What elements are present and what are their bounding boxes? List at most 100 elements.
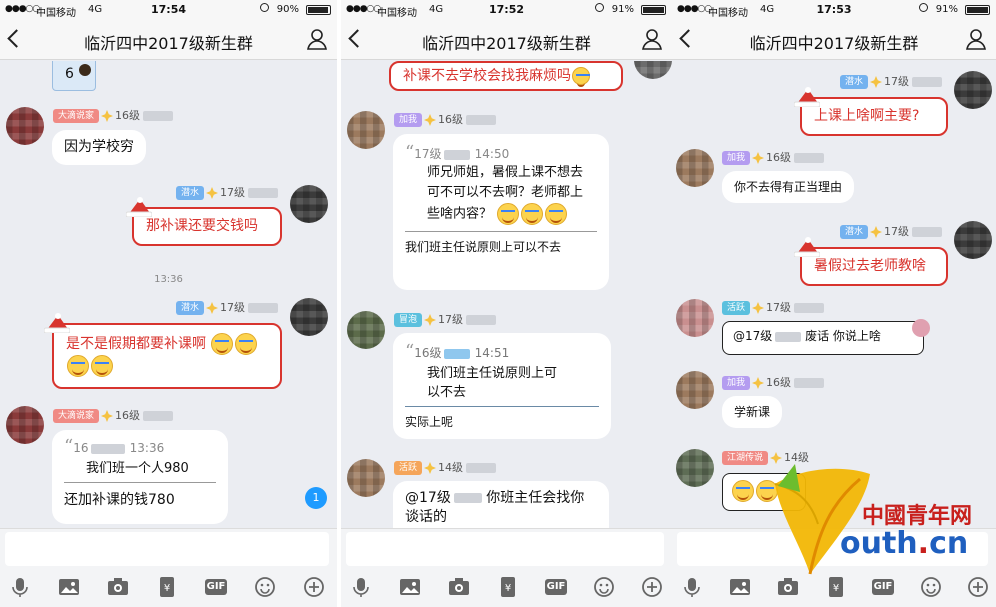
plus-icon[interactable] <box>640 575 664 599</box>
quote-time: 13:36 <box>129 441 165 455</box>
microphone-icon[interactable] <box>349 575 373 599</box>
star-icon <box>752 152 765 164</box>
sender-meta: 大滴说家 16级 <box>53 407 174 423</box>
avatar[interactable] <box>290 185 328 223</box>
sticker-image: 6 <box>52 61 96 91</box>
blurred-name <box>466 463 497 473</box>
quote-mark: “ <box>405 142 415 163</box>
message-bubble[interactable]: @17级 废话 你说上啥 <box>722 321 924 355</box>
member-level: 16级 <box>766 151 792 164</box>
avatar[interactable] <box>290 298 328 336</box>
group-members-icon[interactable] <box>964 27 988 51</box>
message-input[interactable] <box>5 532 329 566</box>
star-icon <box>101 110 114 122</box>
message-input[interactable] <box>677 532 988 566</box>
avatar[interactable] <box>6 107 44 145</box>
member-badge: 加我 <box>722 151 751 165</box>
plus-icon[interactable] <box>302 575 326 599</box>
member-level: 17级 <box>884 225 910 238</box>
message-text: 暑假过去老师教啥 <box>814 258 926 274</box>
member-level: 17级 <box>766 301 792 314</box>
group-members-icon[interactable] <box>640 27 664 51</box>
blurred-name <box>143 111 174 121</box>
avatar[interactable] <box>676 149 714 187</box>
chat-area[interactable]: 补课不去学校会找我麻烦吗 加我 16级 “17级 14:50 师兄师姐，暑假上课不… <box>341 61 672 528</box>
chat-area[interactable]: 潜水 17级 上课上啥啊主要? 加我 16级 你不去得有正当理由 潜水 17级 暑假过… <box>672 61 996 528</box>
image-icon[interactable] <box>398 575 422 599</box>
input-toolbar: ¥ GIF <box>341 573 672 603</box>
message-bubble[interactable]: @17级 你班主任会找你谈话的 <box>393 481 609 528</box>
message-input[interactable] <box>346 532 664 566</box>
chat-screen-1: ●●●○○ 中国移动 4G 17:54 90% 临沂四中2017级新生群 6 大… <box>0 0 337 607</box>
battery-percent: 90% <box>276 4 299 15</box>
member-level: 14级 <box>784 451 810 464</box>
member-level: 17级 <box>438 313 464 326</box>
quote-mark: “ <box>64 436 74 457</box>
gif-icon[interactable]: GIF <box>205 579 227 595</box>
chat-area[interactable]: 6 大滴说家 16级 因为学校穷 潜水 17级 那补课还要交钱吗 13:36 潜水 1… <box>0 61 337 528</box>
chat-title: 临沂四中2017级新生群 <box>84 34 253 53</box>
camera-icon[interactable] <box>776 575 800 599</box>
quoted-reply-bubble[interactable]: “17级 14:50 师兄师姐，暑假上课不想去可不可以不去啊？老师都上些啥内容？… <box>393 134 609 290</box>
santa-hat-icon <box>126 197 152 217</box>
emoji-icon[interactable] <box>253 575 277 599</box>
gif-icon[interactable]: GIF <box>872 579 894 595</box>
red-packet-icon[interactable]: ¥ <box>824 575 848 599</box>
blurred-name <box>912 227 943 237</box>
red-packet-icon[interactable]: ¥ <box>496 575 520 599</box>
blurred-name <box>143 411 174 421</box>
member-level: 16级 <box>115 109 141 122</box>
message-bubble[interactable]: 补课不去学校会找我麻烦吗 <box>389 61 623 91</box>
battery-icon <box>965 5 990 15</box>
message-text: 是不是假期都要补课啊 <box>66 336 206 352</box>
status-bar: ●●●○○ 中国移动 4G 17:53 91% <box>672 0 996 20</box>
avatar[interactable] <box>634 61 672 79</box>
message-bubble[interactable]: 你不去得有正当理由 <box>722 171 855 204</box>
group-members-icon[interactable] <box>305 27 329 51</box>
message-bubble[interactable]: 那补课还要交钱吗 <box>132 207 282 246</box>
blurred-name <box>444 149 471 160</box>
message-bubble[interactable] <box>722 473 806 511</box>
message-bubble[interactable]: 暑假过去老师教啥 <box>800 247 948 286</box>
microphone-icon[interactable] <box>8 575 32 599</box>
quoted-reply-bubble[interactable]: “16 13:36 我们班一个人980 还加补课的钱780 <box>52 430 228 524</box>
camera-icon[interactable] <box>106 575 130 599</box>
quote-time: 14:51 <box>474 346 510 360</box>
blurred-name <box>794 303 825 313</box>
member-badge: 冒泡 <box>394 313 423 327</box>
microphone-icon[interactable] <box>680 575 704 599</box>
emoji-icon[interactable] <box>919 575 943 599</box>
avatar[interactable] <box>347 111 385 149</box>
message-bubble[interactable]: 因为学校穷 <box>52 130 146 165</box>
message-text: 我们班主任说原则上可以不去 <box>405 240 562 255</box>
avatar[interactable] <box>347 459 385 497</box>
message-bubble[interactable]: 上课上啥啊主要? <box>800 97 948 136</box>
image-icon[interactable] <box>57 575 81 599</box>
avatar[interactable] <box>676 299 714 337</box>
gif-icon[interactable]: GIF <box>545 579 567 595</box>
plus-icon[interactable] <box>966 575 990 599</box>
message-text: 你不去得有正当理由 <box>734 180 843 194</box>
avatar[interactable] <box>676 449 714 487</box>
blurred-name <box>912 77 943 87</box>
message-bubble[interactable]: 是不是假期都要补课啊 <box>52 323 282 389</box>
avatar[interactable] <box>347 311 385 349</box>
smile-emoji-icon <box>756 480 778 502</box>
nav-bar: 临沂四中2017级新生群 <box>341 20 672 60</box>
camera-icon[interactable] <box>447 575 471 599</box>
member-badge: 潜水 <box>176 301 205 315</box>
red-packet-icon[interactable]: ¥ <box>155 575 179 599</box>
avatar[interactable] <box>676 371 714 409</box>
image-icon[interactable] <box>728 575 752 599</box>
quoted-reply-bubble[interactable]: “16级 14:51 我们班主任说原则上可以不去 实际上呢 <box>393 333 611 439</box>
avatar[interactable] <box>954 71 992 109</box>
input-area: ¥ GIF <box>341 528 672 607</box>
laughing-crying-emoji-icon <box>67 355 89 377</box>
message-bubble[interactable]: 学新课 <box>722 396 783 429</box>
laughing-crying-emoji-icon <box>497 203 520 226</box>
avatar[interactable] <box>954 221 992 259</box>
member-badge: 潜水 <box>840 75 869 89</box>
emoji-icon[interactable] <box>592 575 616 599</box>
unread-count-badge[interactable]: 1 <box>305 487 327 509</box>
avatar[interactable] <box>6 406 44 444</box>
